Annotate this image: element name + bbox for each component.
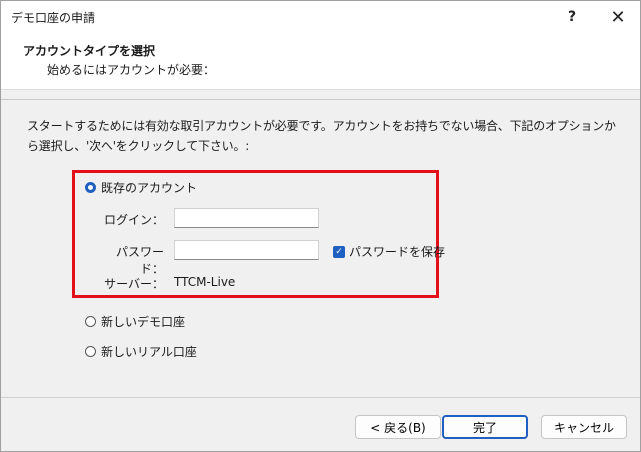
wizard-header: アカウントタイプを選択 始めるにはアカウントが必要： xyxy=(1,33,640,90)
radio-new-real-label: 新しいリアル口座 xyxy=(101,345,197,359)
save-password-label: パスワードを保存 xyxy=(349,245,446,259)
cancel-button[interactable]: キャンセル xyxy=(541,415,627,439)
login-label: ログイン： xyxy=(103,213,164,227)
radio-existing-label: 既存のアカウント xyxy=(101,181,198,195)
radio-new-demo-label: 新しいデモ口座 xyxy=(101,315,186,329)
server-label: サーバー： xyxy=(104,277,164,291)
password-input[interactable] xyxy=(174,240,319,260)
finish-button[interactable]: 完了 xyxy=(442,415,528,439)
login-input[interactable] xyxy=(174,208,319,228)
close-button[interactable]: ✕ xyxy=(596,1,640,33)
back-button[interactable]: < 戻る(B) xyxy=(355,415,441,439)
header-subtitle: 始めるにはアカウントが必要： xyxy=(47,63,216,77)
header-title: アカウントタイプを選択 xyxy=(23,44,156,58)
dialog-window: デモ口座の申請 ? ✕ アカウントタイプを選択 始めるにはアカウントが必要： ス… xyxy=(0,0,641,452)
save-password-checkbox[interactable]: ✓ パスワードを保存 xyxy=(333,243,445,260)
help-button[interactable]: ? xyxy=(550,1,594,33)
radio-new-demo[interactable]: 新しいデモ口座 xyxy=(85,313,185,330)
radio-existing-indicator[interactable] xyxy=(85,182,96,193)
radio-new-real-indicator[interactable] xyxy=(85,346,96,357)
server-value: TTCM-Live xyxy=(174,275,236,289)
radio-new-real[interactable]: 新しいリアル口座 xyxy=(85,343,197,360)
footer-bar: < 戻る(B) 完了 キャンセル xyxy=(1,397,640,451)
header-divider xyxy=(1,99,640,100)
window-title: デモ口座の申請 xyxy=(11,11,96,25)
description-text: スタートするためには有効な取引アカウントが必要です。アカウントをお持ちでない場合… xyxy=(27,119,616,153)
checkbox-checked-icon[interactable]: ✓ xyxy=(333,245,345,258)
password-label: パスワード： xyxy=(115,245,164,276)
radio-existing-account[interactable]: 既存のアカウント xyxy=(85,179,197,196)
radio-new-demo-indicator[interactable] xyxy=(85,316,96,327)
title-bar: デモ口座の申請 ? ✕ xyxy=(1,1,640,33)
